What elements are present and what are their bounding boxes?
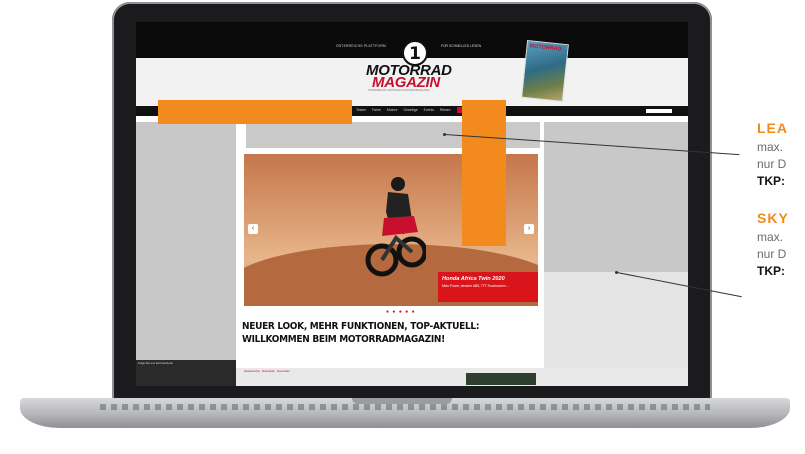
skyscraper-callout-line-2: nur D	[757, 247, 787, 261]
leaderboard-callout-line-3: TKP:	[757, 174, 785, 188]
magazine-cover[interactable]: MOTORRAD	[521, 39, 569, 103]
nav-item-gesellige[interactable]: Gesellige	[403, 108, 417, 113]
search-input[interactable]	[646, 109, 672, 113]
stage: ÖSTERREICHS PLATTFORM FÜR SCHNELLES LESE…	[0, 0, 805, 454]
magazine-title: MOTORRAD	[529, 43, 562, 53]
leaderboard-callout-line-1: max.	[757, 140, 784, 154]
slider-next-icon[interactable]: ›	[524, 224, 534, 234]
leaderboard-callout-title: LEA	[757, 120, 788, 136]
facebook-text: Folge Sie uns auf Facebook	[138, 361, 173, 365]
tagline-right: FÜR SCHNELLES LESEN	[441, 44, 482, 48]
bottom-thumbnail[interactable]	[466, 373, 536, 385]
slider-dots[interactable]: ● ● ● ● ●	[386, 309, 416, 315]
skyscraper-ad-placeholder	[462, 100, 506, 246]
laptop-screen: ÖSTERREICHS PLATTFORM FÜR SCHNELLES LESE…	[136, 22, 688, 386]
skyscraper-callout-line-3: TKP:	[757, 264, 785, 278]
laptop-reflection	[100, 404, 710, 410]
nav-item-fahre[interactable]: Fahre	[372, 108, 381, 113]
bottom-strip-text[interactable]: Reiseberichte · Motorräder · Motorräder	[244, 370, 290, 373]
nav-item-events[interactable]: Events	[424, 108, 434, 113]
headline-line-2: WILLKOMMEN BEIM MOTORRADMAGAZIN!	[242, 334, 445, 345]
skyscraper-callout-line-1: max.	[757, 230, 784, 244]
nav-item-reisen[interactable]: Reisen	[440, 108, 451, 113]
caption-subtitle: Mehr Power, bessere ABS, TFT-Touchscreen…	[442, 284, 510, 288]
skyscraper-callout-title: SKY	[757, 210, 789, 226]
slider-prev-icon[interactable]: ‹	[248, 224, 258, 234]
logo-number: 1	[409, 44, 421, 64]
nav-items: Home Testen Fahre Motore Gesellige Event…	[341, 107, 465, 113]
leaderboard-callout-line-2: nur D	[757, 157, 787, 171]
nav-item-motore[interactable]: Motore	[387, 108, 398, 113]
logo-subline: ÖSTERREICHS GRÖSSTES MOTORRADMAGAZIN	[368, 89, 430, 92]
headline-line-1: NEUER LOOK, MEHR FUNKTIONEN, TOP-AKTUELL…	[242, 321, 480, 332]
left-gutter	[136, 122, 236, 386]
hero-caption[interactable]: Honda Africa Twin 2020 Mehr Power, besse…	[438, 272, 538, 302]
tagline-left: ÖSTERREICHS PLATTFORM	[336, 44, 386, 48]
right-gutter	[544, 122, 688, 272]
caption-title: Honda Africa Twin 2020	[442, 276, 505, 282]
article-headline[interactable]: NEUER LOOK, MEHR FUNKTIONEN, TOP-AKTUELL…	[242, 320, 542, 346]
nav-item-testen[interactable]: Testen	[356, 108, 366, 113]
motorcycle-rider-image	[365, 177, 426, 277]
leaderboard-ad-placeholder	[158, 100, 352, 124]
